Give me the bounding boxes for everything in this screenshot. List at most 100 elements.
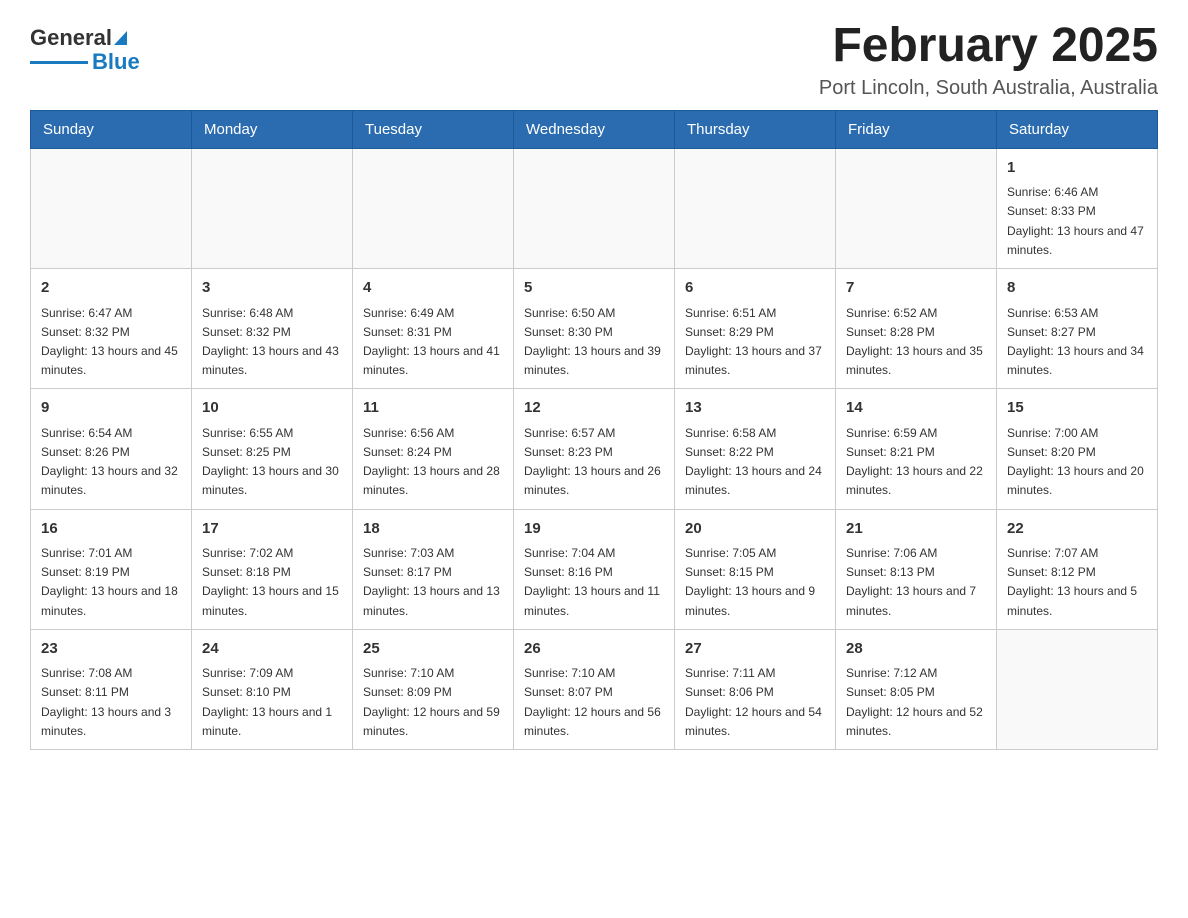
day-info: Sunrise: 7:04 AM Sunset: 8:16 PM Dayligh…	[524, 544, 664, 621]
page-title: February 2025	[819, 20, 1158, 73]
day-number: 3	[202, 277, 342, 300]
calendar-cell: 21 Sunrise: 7:06 AM Sunset: 8:13 PM Dayli…	[836, 509, 997, 629]
day-info: Sunrise: 7:06 AM Sunset: 8:13 PM Dayligh…	[846, 544, 986, 621]
calendar-cell: 19 Sunrise: 7:04 AM Sunset: 8:16 PM Dayli…	[514, 509, 675, 629]
day-number: 4	[363, 277, 503, 300]
day-info: Sunrise: 6:48 AM Sunset: 8:32 PM Dayligh…	[202, 304, 342, 381]
calendar-cell	[836, 148, 997, 268]
day-info: Sunrise: 6:55 AM Sunset: 8:25 PM Dayligh…	[202, 424, 342, 501]
day-info: Sunrise: 6:59 AM Sunset: 8:21 PM Dayligh…	[846, 424, 986, 501]
day-number: 24	[202, 638, 342, 661]
day-number: 27	[685, 638, 825, 661]
calendar-cell: 28 Sunrise: 7:12 AM Sunset: 8:05 PM Dayli…	[836, 629, 997, 749]
calendar-cell	[31, 148, 192, 268]
calendar-cell: 27 Sunrise: 7:11 AM Sunset: 8:06 PM Dayli…	[675, 629, 836, 749]
day-info: Sunrise: 7:11 AM Sunset: 8:06 PM Dayligh…	[685, 664, 825, 741]
calendar-cell: 24 Sunrise: 7:09 AM Sunset: 8:10 PM Dayli…	[192, 629, 353, 749]
day-info: Sunrise: 7:01 AM Sunset: 8:19 PM Dayligh…	[41, 544, 181, 621]
calendar-cell: 25 Sunrise: 7:10 AM Sunset: 8:09 PM Dayli…	[353, 629, 514, 749]
calendar-cell: 15 Sunrise: 7:00 AM Sunset: 8:20 PM Dayli…	[997, 389, 1158, 509]
day-number: 13	[685, 397, 825, 420]
calendar-cell: 10 Sunrise: 6:55 AM Sunset: 8:25 PM Dayli…	[192, 389, 353, 509]
logo-general-text: General	[30, 25, 112, 51]
day-number: 25	[363, 638, 503, 661]
week-row-5: 23Sunrise: 7:08 AM Sunset: 8:11 PM Dayli…	[31, 629, 1158, 749]
day-number: 6	[685, 277, 825, 300]
week-row-4: 16 Sunrise: 7:01 AM Sunset: 8:19 PM Dayli…	[31, 509, 1158, 629]
calendar-header-tuesday: Tuesday	[353, 110, 514, 148]
calendar-cell	[192, 148, 353, 268]
day-info: Sunrise: 7:02 AM Sunset: 8:18 PM Dayligh…	[202, 544, 342, 621]
day-info: Sunrise: 7:05 AM Sunset: 8:15 PM Dayligh…	[685, 544, 825, 621]
day-info: Sunrise: 6:51 AM Sunset: 8:29 PM Dayligh…	[685, 304, 825, 381]
calendar-cell: 11Sunrise: 6:56 AM Sunset: 8:24 PM Dayli…	[353, 389, 514, 509]
day-number: 28	[846, 638, 986, 661]
calendar-cell: 12 Sunrise: 6:57 AM Sunset: 8:23 PM Dayli…	[514, 389, 675, 509]
day-number: 19	[524, 518, 664, 541]
calendar-cell: 3 Sunrise: 6:48 AM Sunset: 8:32 PM Daylig…	[192, 269, 353, 389]
day-number: 20	[685, 518, 825, 541]
calendar-header-monday: Monday	[192, 110, 353, 148]
calendar-cell: 17 Sunrise: 7:02 AM Sunset: 8:18 PM Dayli…	[192, 509, 353, 629]
day-info: Sunrise: 7:10 AM Sunset: 8:09 PM Dayligh…	[363, 664, 503, 741]
day-number: 7	[846, 277, 986, 300]
calendar-cell: 2 Sunrise: 6:47 AM Sunset: 8:32 PM Daylig…	[31, 269, 192, 389]
day-info: Sunrise: 7:09 AM Sunset: 8:10 PM Dayligh…	[202, 664, 342, 741]
day-number: 2	[41, 277, 181, 300]
day-number: 16	[41, 518, 181, 541]
day-info: Sunrise: 7:12 AM Sunset: 8:05 PM Dayligh…	[846, 664, 986, 741]
day-number: 21	[846, 518, 986, 541]
day-number: 12	[524, 397, 664, 420]
week-row-3: 9 Sunrise: 6:54 AM Sunset: 8:26 PM Daylig…	[31, 389, 1158, 509]
calendar-cell: 9 Sunrise: 6:54 AM Sunset: 8:26 PM Daylig…	[31, 389, 192, 509]
week-row-1: 1 Sunrise: 6:46 AM Sunset: 8:33 PM Daylig…	[31, 148, 1158, 268]
calendar-cell	[997, 629, 1158, 749]
calendar-cell: 23Sunrise: 7:08 AM Sunset: 8:11 PM Dayli…	[31, 629, 192, 749]
calendar-cell: 1 Sunrise: 6:46 AM Sunset: 8:33 PM Daylig…	[997, 148, 1158, 268]
calendar-cell: 14Sunrise: 6:59 AM Sunset: 8:21 PM Dayli…	[836, 389, 997, 509]
title-area: February 2025 Port Lincoln, South Austra…	[819, 20, 1158, 100]
day-info: Sunrise: 7:10 AM Sunset: 8:07 PM Dayligh…	[524, 664, 664, 741]
day-info: Sunrise: 6:57 AM Sunset: 8:23 PM Dayligh…	[524, 424, 664, 501]
day-info: Sunrise: 6:50 AM Sunset: 8:30 PM Dayligh…	[524, 304, 664, 381]
day-info: Sunrise: 6:52 AM Sunset: 8:28 PM Dayligh…	[846, 304, 986, 381]
page-subtitle: Port Lincoln, South Australia, Australia	[819, 77, 1158, 100]
calendar-header-friday: Friday	[836, 110, 997, 148]
calendar-cell: 20 Sunrise: 7:05 AM Sunset: 8:15 PM Dayli…	[675, 509, 836, 629]
day-info: Sunrise: 7:03 AM Sunset: 8:17 PM Dayligh…	[363, 544, 503, 621]
logo-blue-text: Blue	[92, 49, 140, 75]
day-info: Sunrise: 6:56 AM Sunset: 8:24 PM Dayligh…	[363, 424, 503, 501]
day-info: Sunrise: 7:07 AM Sunset: 8:12 PM Dayligh…	[1007, 544, 1147, 621]
calendar-header-wednesday: Wednesday	[514, 110, 675, 148]
calendar-cell	[353, 148, 514, 268]
day-number: 5	[524, 277, 664, 300]
day-number: 1	[1007, 157, 1147, 180]
calendar-cell: 7 Sunrise: 6:52 AM Sunset: 8:28 PM Daylig…	[836, 269, 997, 389]
logo: General Blue	[30, 20, 140, 75]
day-number: 9	[41, 397, 181, 420]
day-number: 17	[202, 518, 342, 541]
calendar-cell: 5 Sunrise: 6:50 AM Sunset: 8:30 PM Daylig…	[514, 269, 675, 389]
page-header: General Blue February 2025 Port Lincoln,…	[30, 20, 1158, 100]
calendar-cell: 26 Sunrise: 7:10 AM Sunset: 8:07 PM Dayli…	[514, 629, 675, 749]
day-number: 10	[202, 397, 342, 420]
day-info: Sunrise: 6:54 AM Sunset: 8:26 PM Dayligh…	[41, 424, 181, 501]
day-info: Sunrise: 6:46 AM Sunset: 8:33 PM Dayligh…	[1007, 183, 1147, 260]
day-number: 15	[1007, 397, 1147, 420]
calendar-table: SundayMondayTuesdayWednesdayThursdayFrid…	[30, 110, 1158, 750]
day-number: 8	[1007, 277, 1147, 300]
day-info: Sunrise: 6:49 AM Sunset: 8:31 PM Dayligh…	[363, 304, 503, 381]
calendar-cell: 22 Sunrise: 7:07 AM Sunset: 8:12 PM Dayli…	[997, 509, 1158, 629]
calendar-header-row: SundayMondayTuesdayWednesdayThursdayFrid…	[31, 110, 1158, 148]
calendar-cell: 18 Sunrise: 7:03 AM Sunset: 8:17 PM Dayli…	[353, 509, 514, 629]
day-info: Sunrise: 7:00 AM Sunset: 8:20 PM Dayligh…	[1007, 424, 1147, 501]
calendar-header-saturday: Saturday	[997, 110, 1158, 148]
calendar-cell: 8Sunrise: 6:53 AM Sunset: 8:27 PM Daylig…	[997, 269, 1158, 389]
day-number: 22	[1007, 518, 1147, 541]
day-number: 26	[524, 638, 664, 661]
day-number: 18	[363, 518, 503, 541]
week-row-2: 2 Sunrise: 6:47 AM Sunset: 8:32 PM Daylig…	[31, 269, 1158, 389]
day-info: Sunrise: 7:08 AM Sunset: 8:11 PM Dayligh…	[41, 664, 181, 741]
calendar-header-thursday: Thursday	[675, 110, 836, 148]
day-info: Sunrise: 6:47 AM Sunset: 8:32 PM Dayligh…	[41, 304, 181, 381]
